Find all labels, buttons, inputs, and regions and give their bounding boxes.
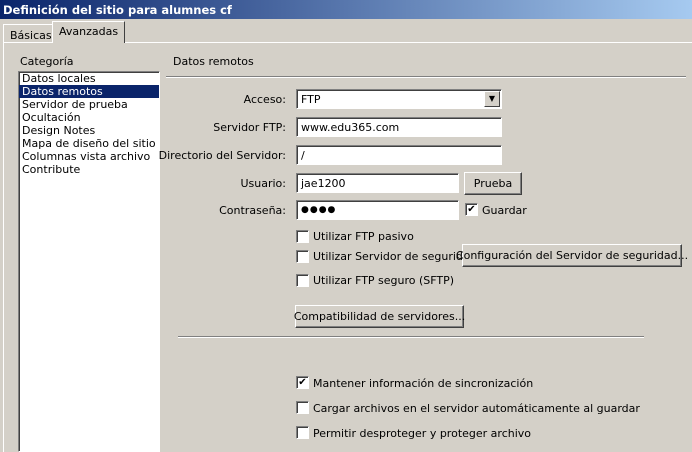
- category-item-ocultacion[interactable]: Ocultación: [19, 111, 159, 124]
- tab-basicas[interactable]: Básicas: [3, 24, 59, 42]
- servidor-seguridad-checkbox[interactable]: [296, 250, 309, 263]
- compatibilidad-button[interactable]: Compatibilidad de servidores...: [294, 305, 465, 328]
- category-item-contribute[interactable]: Contribute: [19, 163, 159, 176]
- prueba-button[interactable]: Prueba: [464, 172, 522, 195]
- directorio-label: Directorio del Servidor:: [158, 149, 286, 162]
- guardar-checkbox[interactable]: ✔: [465, 203, 478, 216]
- servidor-ftp-label: Servidor FTP:: [213, 121, 286, 134]
- category-item-servidor-prueba[interactable]: Servidor de prueba: [19, 98, 159, 111]
- dropdown-arrow-icon[interactable]: ▼: [484, 91, 500, 107]
- servidor-seguridad-label: Utilizar Servidor de seguridad: [313, 250, 477, 263]
- cargar-auto-checkbox[interactable]: [296, 401, 309, 414]
- section-title: Datos remotos: [173, 55, 254, 68]
- category-item-design-notes[interactable]: Design Notes: [19, 124, 159, 137]
- acceso-select[interactable]: FTP ▼: [296, 89, 502, 109]
- acceso-label: Acceso:: [243, 93, 286, 106]
- ftp-seguro-checkbox[interactable]: [296, 274, 309, 287]
- guardar-label: Guardar: [482, 204, 527, 217]
- password-input[interactable]: ●●●●: [296, 200, 459, 220]
- tab-avanzadas[interactable]: Avanzadas: [52, 21, 126, 43]
- servidor-ftp-input[interactable]: www.edu365.com: [296, 117, 502, 137]
- section-divider: [166, 76, 686, 78]
- config-seguridad-button[interactable]: Configuración del Servidor de seguridad.…: [456, 244, 688, 267]
- usuario-label: Usuario:: [240, 177, 286, 190]
- directorio-input[interactable]: /: [296, 145, 502, 165]
- sincronizacion-checkbox[interactable]: ✔: [296, 376, 309, 389]
- usuario-input[interactable]: jae1200: [296, 173, 459, 193]
- check-icon: ✔: [467, 204, 476, 215]
- category-item-datos-remotos[interactable]: Datos remotos: [19, 85, 159, 98]
- category-item-datos-locales[interactable]: Datos locales: [19, 72, 159, 85]
- options-divider: [178, 336, 644, 338]
- category-item-mapa-diseno[interactable]: Mapa de diseño del sitio: [19, 137, 159, 150]
- desproteger-label: Permitir desproteger y proteger archivo: [313, 427, 532, 440]
- category-item-columnas[interactable]: Columnas vista archivo: [19, 150, 159, 163]
- ftp-pasivo-checkbox[interactable]: [296, 230, 309, 243]
- sincronizacion-label: Mantener información de sincronización: [313, 377, 534, 390]
- category-list[interactable]: Datos locales Datos remotos Servidor de …: [18, 71, 160, 452]
- acceso-value: FTP: [301, 93, 321, 106]
- ftp-seguro-label: Utilizar FTP seguro (SFTP): [313, 274, 455, 287]
- desproteger-checkbox[interactable]: [296, 426, 309, 439]
- ftp-pasivo-label: Utilizar FTP pasivo: [313, 230, 414, 243]
- password-label: Contraseña:: [219, 204, 286, 217]
- category-heading: Categoría: [20, 55, 74, 68]
- window-title: Definición del sitio para alumnes cf: [0, 0, 692, 19]
- cargar-auto-label: Cargar archivos en el servidor automátic…: [313, 402, 640, 415]
- check-icon: ✔: [298, 377, 307, 388]
